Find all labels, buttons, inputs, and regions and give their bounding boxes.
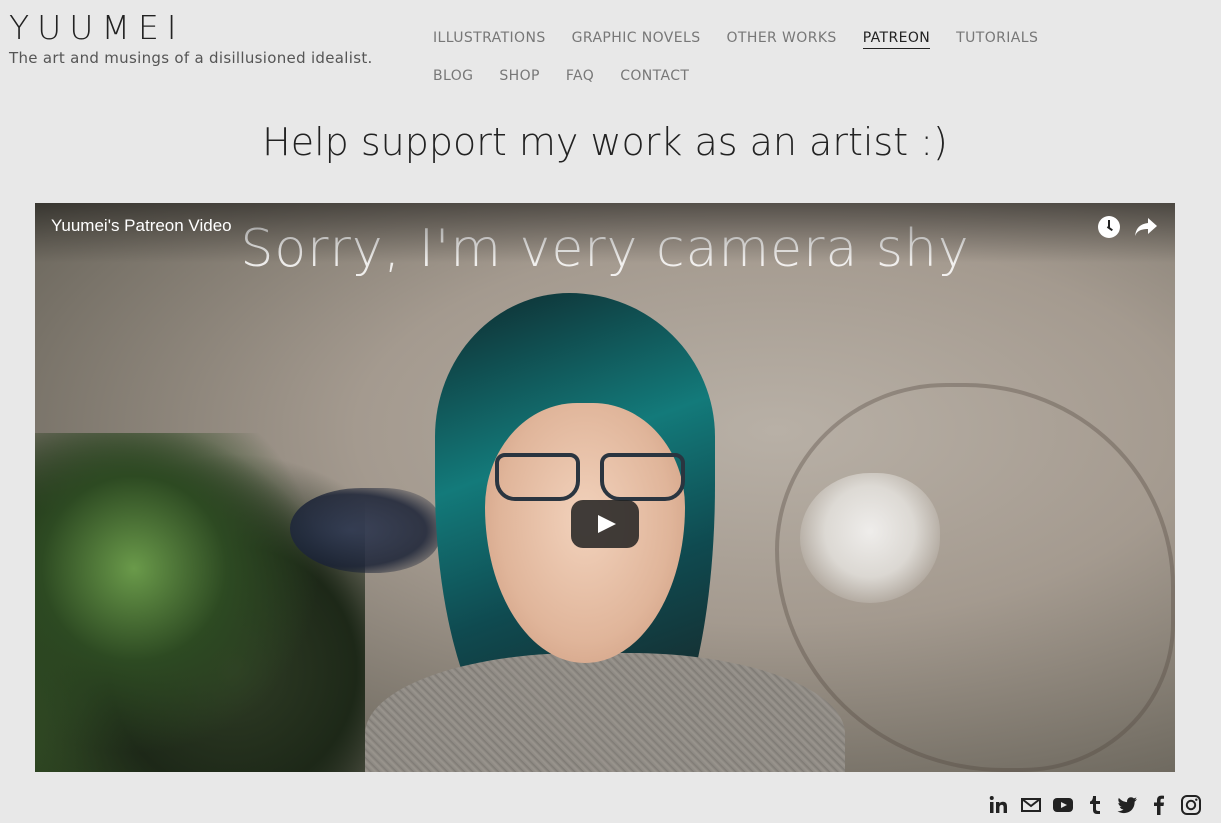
- glasses: [495, 453, 685, 503]
- person-shirt: [365, 653, 845, 772]
- video-player[interactable]: Sorry, I'm very camera shy Yuumei's Patr…: [35, 203, 1175, 772]
- page-headline: Help support my work as an artist :): [262, 120, 948, 164]
- nav-shop[interactable]: SHOP: [499, 68, 539, 86]
- watch-later-icon[interactable]: [1098, 216, 1120, 238]
- nav-row-2: BLOG SHOP FAQ CONTACT: [433, 58, 1073, 96]
- nav-graphic-novels[interactable]: GRAPHIC NOVELS: [572, 30, 701, 48]
- nav-row-1: ILLUSTRATIONS GRAPHIC NOVELS OTHER WORKS…: [433, 20, 1073, 58]
- main-nav: ILLUSTRATIONS GRAPHIC NOVELS OTHER WORKS…: [433, 20, 1073, 96]
- twitter-icon[interactable]: [1116, 794, 1138, 816]
- facebook-icon[interactable]: [1148, 794, 1170, 816]
- site-title[interactable]: YUUMEI: [9, 8, 373, 48]
- nav-tutorials[interactable]: TUTORIALS: [956, 30, 1038, 48]
- nav-faq[interactable]: FAQ: [566, 68, 594, 86]
- instagram-icon[interactable]: [1180, 794, 1202, 816]
- social-links: [988, 794, 1202, 816]
- nav-other-works[interactable]: OTHER WORKS: [727, 30, 837, 48]
- site-tagline: The art and musings of a disillusioned i…: [9, 49, 373, 67]
- brand: YUUMEI The art and musings of a disillus…: [9, 8, 373, 67]
- video-thumbnail-plant: [35, 433, 365, 772]
- youtube-icon[interactable]: [1052, 794, 1074, 816]
- email-icon[interactable]: [1020, 794, 1042, 816]
- share-icon[interactable]: [1134, 216, 1158, 238]
- video-title[interactable]: Yuumei's Patreon Video: [51, 216, 232, 236]
- nav-contact[interactable]: CONTACT: [620, 68, 689, 86]
- glasses-lens-right: [600, 453, 685, 501]
- nav-blog[interactable]: BLOG: [433, 68, 473, 86]
- nav-illustrations[interactable]: ILLUSTRATIONS: [433, 30, 546, 48]
- linkedin-icon[interactable]: [988, 794, 1010, 816]
- play-button[interactable]: [571, 500, 639, 548]
- nav-patreon[interactable]: PATREON: [862, 30, 931, 49]
- video-thumbnail-white-fish: [800, 473, 940, 603]
- tumblr-icon[interactable]: [1084, 794, 1106, 816]
- glasses-lens-left: [495, 453, 580, 501]
